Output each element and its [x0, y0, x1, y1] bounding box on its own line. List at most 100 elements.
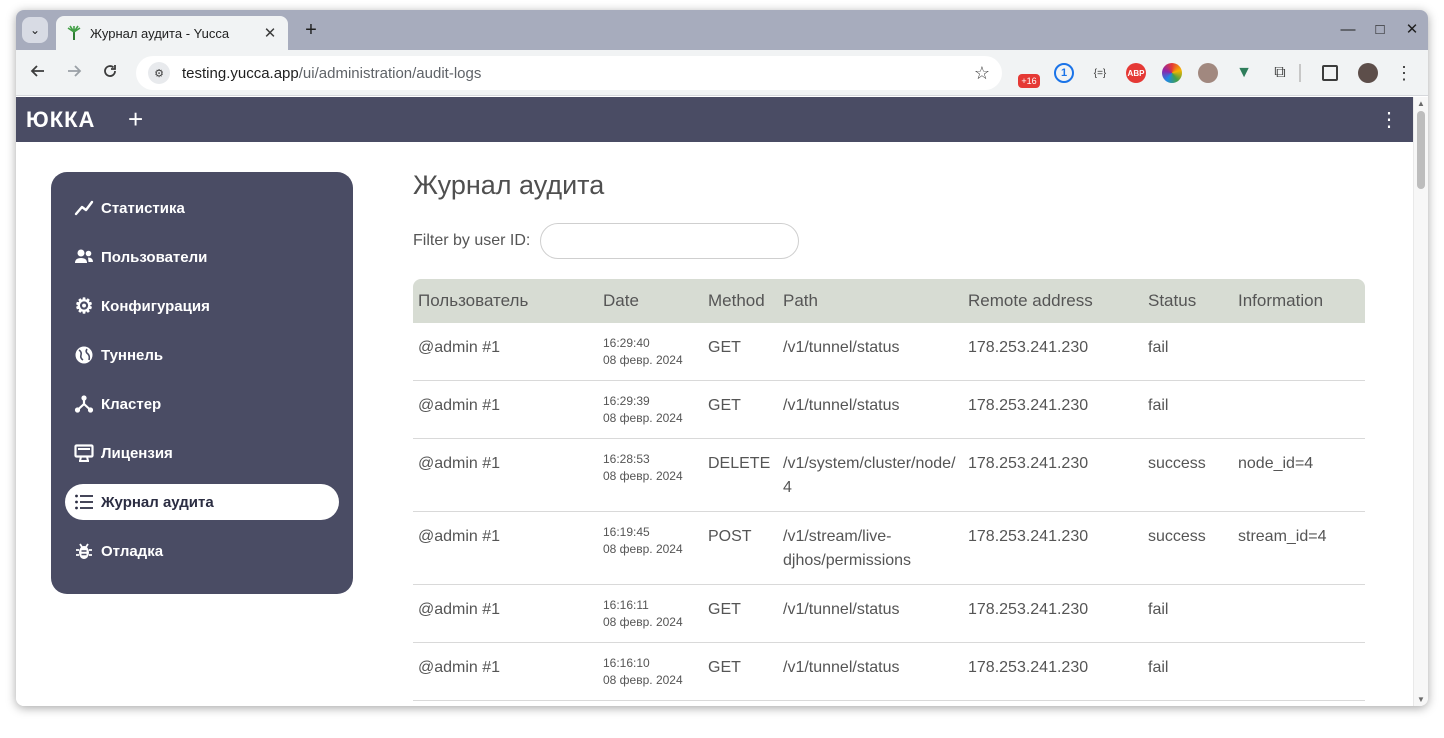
chart-line-icon	[73, 197, 95, 219]
cell-method: POST	[703, 512, 778, 585]
scroll-down-icon[interactable]: ▼	[1417, 695, 1425, 704]
extensions-puzzle-icon[interactable]: ⧉	[1270, 63, 1290, 83]
cell-date-text: 08 февр. 2024	[603, 469, 683, 483]
back-button[interactable]	[26, 61, 50, 85]
column-header-status[interactable]: Status	[1143, 279, 1233, 323]
column-header-remote-address[interactable]: Remote address	[963, 279, 1143, 323]
site-info-icon[interactable]: ⚙	[148, 62, 170, 84]
cell-date-text: 08 февр. 2024	[603, 673, 683, 687]
cell-status: fail	[1143, 643, 1233, 701]
sidebar-item-audit-log[interactable]: Журнал аудита	[65, 484, 339, 520]
gear-icon: ⚙	[74, 294, 94, 318]
avatar[interactable]	[1358, 63, 1378, 83]
page-scrollbar[interactable]: ▲ ▼	[1413, 97, 1428, 706]
sidebar-item-cluster[interactable]: Кластер	[65, 386, 339, 422]
cell-date-text: 08 февр. 2024	[603, 615, 683, 629]
new-tab-button[interactable]: +	[299, 18, 323, 42]
sidebar-item-configuration[interactable]: ⚙ Конфигурация	[65, 288, 339, 324]
sidebar-item-debug[interactable]: Отладка	[65, 533, 339, 569]
cell-time-text: 16:16:11	[603, 598, 649, 612]
cell-date: 16:16:11 08 февр. 2024	[598, 585, 703, 643]
json-viewer-icon[interactable]: {=}	[1090, 63, 1110, 83]
cell-remote-address: 178.253.241.230	[963, 323, 1143, 381]
cell-date: 16:19:45 08 февр. 2024	[598, 512, 703, 585]
sidebar-item-statistics[interactable]: Статистика	[65, 190, 339, 226]
page-title: Журнал аудита	[413, 170, 605, 200]
user-id-filter-input[interactable]	[540, 223, 800, 259]
scroll-up-icon[interactable]: ▲	[1417, 99, 1425, 108]
browser-tab[interactable]: Журнал аудита - Yucca ✕	[56, 16, 288, 50]
cell-information: node_id=4	[1233, 439, 1365, 512]
table-row[interactable]: @admin #1 16:29:40 08 февр. 2024 GET /v1/…	[413, 323, 1365, 381]
cell-information: stream_id=4	[1233, 512, 1365, 585]
cell-user: @admin #1	[413, 323, 598, 381]
cell-information	[1233, 323, 1365, 381]
column-header-date[interactable]: Date	[598, 279, 703, 323]
reload-button[interactable]	[98, 61, 122, 85]
column-header-information[interactable]: Information	[1233, 279, 1365, 323]
cell-status: success	[1143, 439, 1233, 512]
sidebar-item-label: Статистика	[101, 199, 185, 217]
cell-method: GET	[703, 643, 778, 701]
filter-label: Filter by user ID:	[413, 232, 531, 249]
table-row[interactable]: @admin #1 16:19:45 08 февр. 2024 POST /v1…	[413, 512, 1365, 585]
scroll-thumb[interactable]	[1417, 111, 1425, 189]
sidebar-item-label: Туннель	[101, 346, 164, 364]
close-icon[interactable]: ✕	[262, 24, 278, 42]
cell-user: @admin #1	[413, 585, 598, 643]
cell-user: @admin #1	[413, 439, 598, 512]
url-text: testing.yucca.app/ui/administration/audi…	[182, 65, 974, 82]
adblock-icon[interactable]: ABP	[1126, 63, 1146, 83]
column-header-method[interactable]: Method	[703, 279, 778, 323]
yucca-favicon-icon	[66, 25, 82, 41]
forward-button[interactable]	[62, 61, 86, 85]
column-header-path[interactable]: Path	[778, 279, 963, 323]
table-header-row: Пользователь Date Method Path Remote add…	[413, 279, 1365, 323]
url-host: testing.yucca.app	[182, 64, 299, 82]
cookie-icon[interactable]	[1198, 63, 1218, 83]
audit-log-table: Пользователь Date Method Path Remote add…	[413, 279, 1365, 701]
reload-icon	[104, 65, 116, 77]
address-bar[interactable]: ⚙ testing.yucca.app/ui/administration/au…	[136, 56, 1002, 90]
browser-menu-icon[interactable]: ⋮	[1394, 63, 1414, 83]
cell-remote-address: 178.253.241.230	[963, 381, 1143, 439]
minimize-button[interactable]: —	[1336, 18, 1360, 42]
color-picker-icon[interactable]	[1162, 63, 1182, 83]
cell-path: /v1/tunnel/status	[778, 323, 963, 381]
app-menu-button[interactable]: ⋮	[1379, 107, 1399, 132]
cell-status: fail	[1143, 323, 1233, 381]
password-manager-icon[interactable]: 1	[1054, 63, 1074, 83]
vue-devtools-icon[interactable]: ▼	[1234, 63, 1254, 83]
column-header-user[interactable]: Пользователь	[413, 279, 598, 323]
list-icon	[73, 491, 95, 513]
browser-toolbar: ⚙ testing.yucca.app/ui/administration/au…	[16, 50, 1428, 96]
cell-remote-address: 178.253.241.230	[963, 512, 1143, 585]
table-row[interactable]: @admin #1 16:28:53 08 февр. 2024 DELETE /…	[413, 439, 1365, 512]
browser-window: ⌄ Журнал аудита - Yucca ✕ + — □ ✕ ⚙ test…	[16, 10, 1428, 706]
side-panel-icon[interactable]	[1322, 65, 1338, 81]
cell-remote-address: 178.253.241.230	[963, 585, 1143, 643]
maximize-button[interactable]: □	[1368, 18, 1392, 42]
main-panel: Журнал аудита Filter by user ID: Пользов…	[413, 170, 1373, 701]
badge-extension-icon[interactable]: +16	[1018, 74, 1040, 88]
table-row[interactable]: @admin #1 16:29:39 08 февр. 2024 GET /v1/…	[413, 381, 1365, 439]
cell-user: @admin #1	[413, 643, 598, 701]
sidebar-item-users[interactable]: Пользователи	[65, 239, 339, 275]
tab-search-button[interactable]: ⌄	[22, 17, 48, 43]
bookmark-star-icon[interactable]: ☆	[974, 63, 990, 84]
sidebar: Статистика Пользователи ⚙ Конфигурация Т…	[51, 172, 353, 594]
tab-strip: ⌄ Журнал аудита - Yucca ✕ + — □ ✕	[16, 10, 1428, 50]
users-icon	[73, 246, 95, 268]
sidebar-item-license[interactable]: Лицензия	[65, 435, 339, 471]
add-button[interactable]: +	[128, 105, 143, 133]
globe-icon	[73, 344, 95, 366]
table-row[interactable]: @admin #1 16:16:10 08 февр. 2024 GET /v1/…	[413, 643, 1365, 701]
cell-information	[1233, 643, 1365, 701]
cell-date: 16:29:39 08 февр. 2024	[598, 381, 703, 439]
cell-method: DELETE	[703, 439, 778, 512]
sidebar-item-tunnel[interactable]: Туннель	[65, 337, 339, 373]
window-close-button[interactable]: ✕	[1400, 18, 1424, 42]
cell-status: fail	[1143, 585, 1233, 643]
app-logo[interactable]: ЮККА	[26, 107, 95, 133]
table-row[interactable]: @admin #1 16:16:11 08 февр. 2024 GET /v1/…	[413, 585, 1365, 643]
